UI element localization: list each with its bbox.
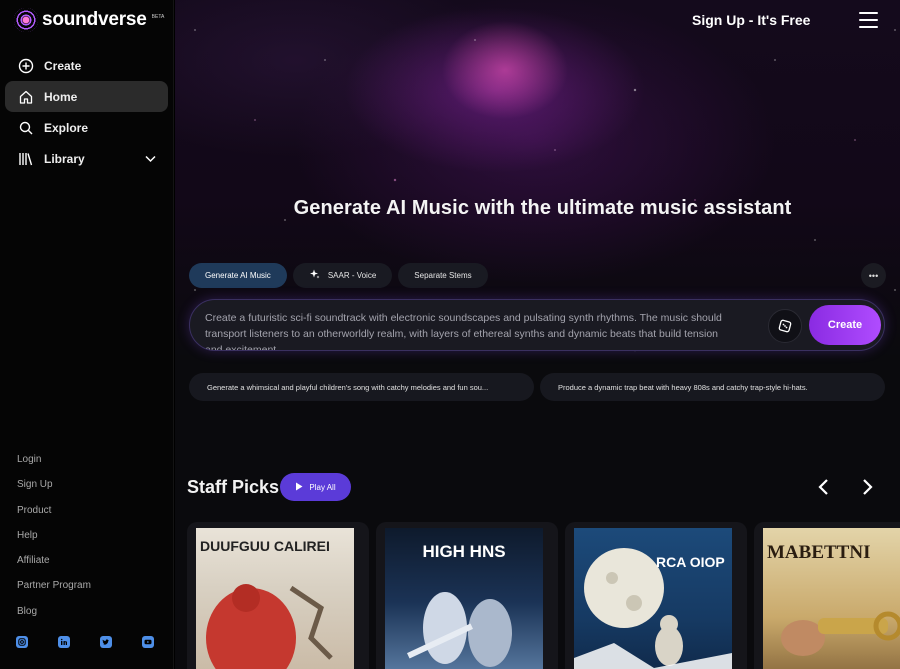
nav-item-label: Explore xyxy=(44,120,89,135)
album-art: MABETTNI xyxy=(763,528,900,669)
footer-link-help[interactable]: Help xyxy=(17,528,91,553)
chevron-down-icon[interactable] xyxy=(145,152,156,166)
sparkle-icon xyxy=(309,269,320,282)
play-all-button[interactable]: Play All xyxy=(280,473,351,501)
nav-item-label: Create xyxy=(44,58,82,73)
footer-link-blog[interactable]: Blog xyxy=(17,604,91,629)
logo-icon xyxy=(14,8,38,32)
footer-links: Login Sign Up Product Help Affiliate Par… xyxy=(17,452,91,629)
linkedin-icon[interactable] xyxy=(58,636,70,648)
more-options-icon[interactable]: ••• xyxy=(861,263,886,288)
prompt-input[interactable]: Create a futuristic sci-fi soundtrack wi… xyxy=(189,299,885,351)
play-icon xyxy=(295,482,303,493)
brand-name: soundverse xyxy=(42,9,147,30)
suggestion-chip[interactable]: Generate a whimsical and playful childre… xyxy=(189,373,534,401)
staff-pick-card[interactable]: DUUFGUU CALIREI xyxy=(187,522,369,669)
dice-icon[interactable] xyxy=(768,309,802,343)
create-button[interactable]: Create xyxy=(809,305,881,345)
search-icon xyxy=(17,119,35,137)
plus-circle-icon xyxy=(17,57,35,75)
staff-pick-card[interactable]: MABETTNI xyxy=(754,522,900,669)
nav-item-home[interactable]: Home xyxy=(5,81,168,112)
brand-logo[interactable]: soundverse BETA xyxy=(14,8,164,32)
twitter-icon[interactable] xyxy=(100,636,112,648)
main-nav: Create Home Explore Library xyxy=(5,50,168,174)
staff-pick-card[interactable]: HIGH HNS xyxy=(376,522,558,669)
mode-tabs: Generate AI Music SAAR - Voice Separate … xyxy=(189,263,488,288)
main-content: Sign Up - It's Free Generate AI Music wi… xyxy=(175,0,900,669)
footer-link-affiliate[interactable]: Affiliate xyxy=(17,553,91,578)
suggestion-chip[interactable]: Produce a dynamic trap beat with heavy 8… xyxy=(540,373,885,401)
tab-generate-ai-music[interactable]: Generate AI Music xyxy=(189,263,287,288)
hero-title: Generate AI Music with the ultimate musi… xyxy=(293,197,792,219)
instagram-icon[interactable] xyxy=(16,636,28,648)
prompt-text[interactable]: Create a futuristic sci-fi soundtrack wi… xyxy=(205,310,735,350)
nav-item-create[interactable]: Create xyxy=(5,50,168,81)
sidebar: soundverse BETA Create Home Explore Libr… xyxy=(0,0,174,669)
nav-item-label: Home xyxy=(44,89,78,104)
tab-label: Generate AI Music xyxy=(205,271,271,280)
album-art: RCA OIOP xyxy=(574,528,732,669)
staff-pick-card[interactable]: RCA OIOP xyxy=(565,522,747,669)
play-all-label: Play All xyxy=(309,482,336,492)
nav-item-explore[interactable]: Explore xyxy=(5,112,168,143)
nav-item-label: Library xyxy=(44,151,85,166)
footer-link-partner-program[interactable]: Partner Program xyxy=(17,578,91,603)
footer-link-login[interactable]: Login xyxy=(17,452,91,477)
carousel-prev-icon[interactable] xyxy=(817,476,831,502)
library-icon xyxy=(17,150,35,168)
nav-item-library[interactable]: Library xyxy=(5,143,168,174)
tab-separate-stems[interactable]: Separate Stems xyxy=(398,263,488,288)
signup-button[interactable]: Sign Up - It's Free xyxy=(692,12,810,28)
carousel-next-icon[interactable] xyxy=(860,476,874,502)
tab-label: Separate Stems xyxy=(414,271,472,280)
beta-badge: BETA xyxy=(151,14,165,20)
tab-saar-voice[interactable]: SAAR - Voice xyxy=(292,263,393,288)
tab-label: SAAR - Voice xyxy=(327,271,377,280)
footer-link-product[interactable]: Product xyxy=(17,503,91,528)
album-art: HIGH HNS xyxy=(385,528,543,669)
album-art: DUUFGUU CALIREI xyxy=(196,528,354,669)
album-art-title: RCA OIOP xyxy=(656,554,725,570)
staff-picks-title: Staff Picks xyxy=(187,477,280,497)
youtube-icon[interactable] xyxy=(142,636,154,648)
footer-link-signup[interactable]: Sign Up xyxy=(17,477,91,502)
home-icon xyxy=(17,88,35,106)
hamburger-menu-icon[interactable] xyxy=(859,12,878,28)
social-links xyxy=(16,636,154,648)
